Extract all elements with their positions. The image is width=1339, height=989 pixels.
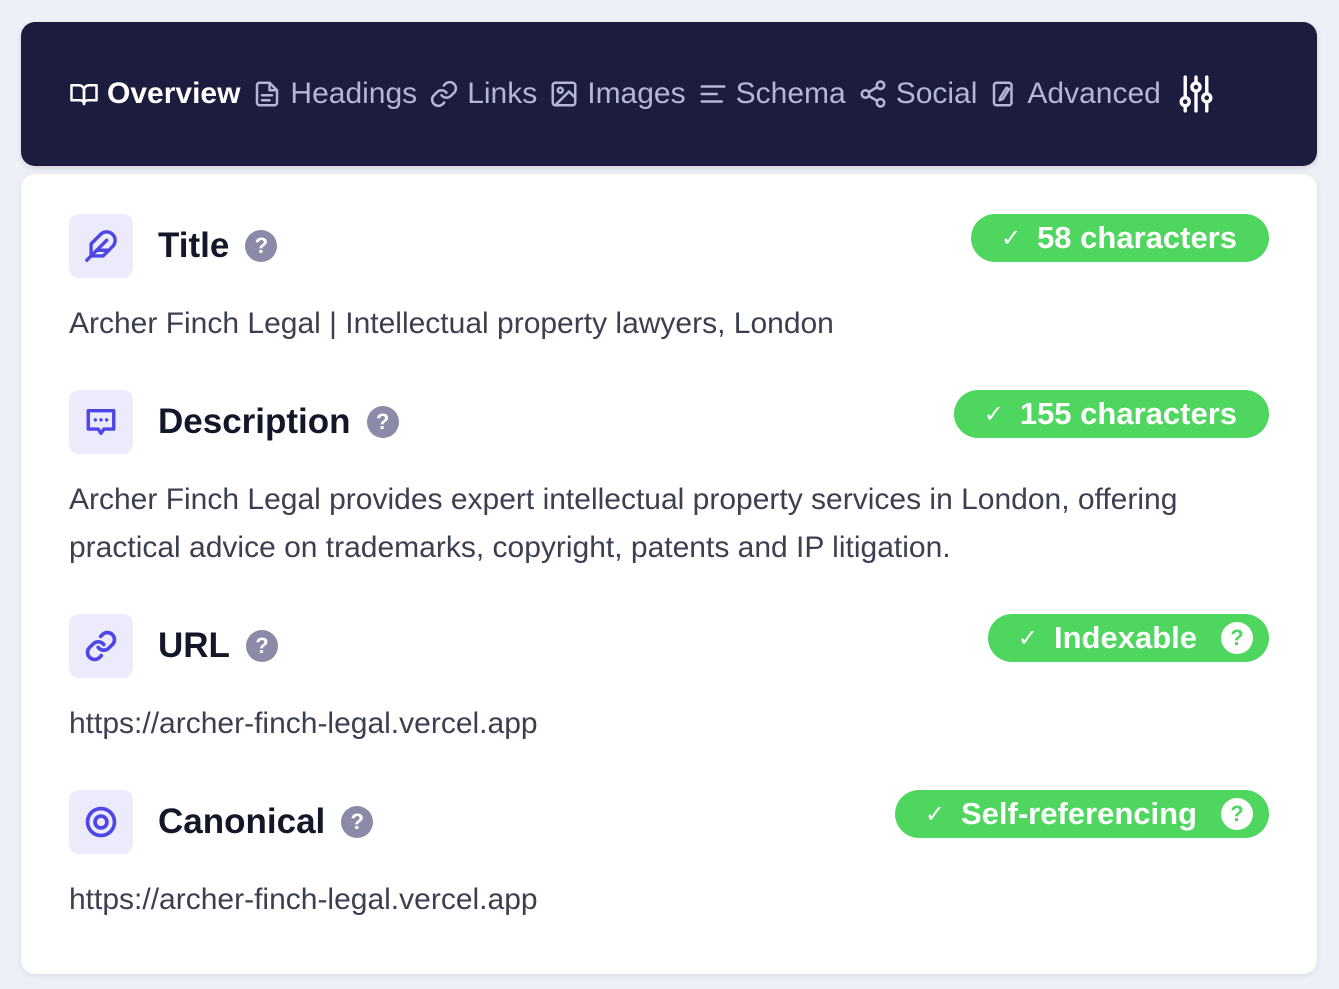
tab-overview[interactable]: Overview	[69, 77, 240, 111]
url-section: URL ? ✓ Indexable ? https://archer-finch…	[69, 614, 1269, 748]
link-icon	[431, 80, 458, 108]
section-title: Title	[158, 226, 230, 265]
url-value: https://archer-finch-legal.vercel.app	[69, 707, 538, 740]
badge-label: Indexable	[1054, 620, 1197, 655]
tab-label: Links	[467, 77, 538, 110]
status-badge: ✓ Self-referencing ?	[894, 790, 1269, 838]
feather-icon	[85, 230, 117, 262]
tab-bar: Overview Headings Links Images Schema So…	[21, 22, 1317, 166]
status-badge: ✓ 155 characters	[953, 390, 1269, 438]
badge-label: 58 characters	[1037, 220, 1237, 255]
tab-label: Social	[895, 77, 978, 110]
tab-advanced[interactable]: Advanced	[989, 77, 1161, 111]
help-icon[interactable]: ?	[245, 630, 278, 662]
overview-panel: Title ? ✓ 58 characters Archer Finch Leg…	[21, 174, 1317, 974]
status-badge: ✓ 58 characters	[970, 214, 1269, 262]
description-section: Description ? ✓ 155 characters Archer Fi…	[69, 390, 1269, 572]
help-icon[interactable]: ?	[341, 806, 374, 838]
help-icon[interactable]: ?	[1221, 798, 1253, 830]
check-icon: ✓	[924, 800, 945, 828]
tab-links[interactable]: Links	[429, 77, 537, 111]
canonical-icon-box	[69, 790, 133, 854]
section-title: URL	[158, 626, 230, 665]
target-icon	[85, 806, 117, 838]
check-icon: ✓	[1017, 624, 1038, 652]
tab-label: Headings	[290, 77, 418, 110]
badge-label: Self-referencing	[960, 796, 1197, 831]
tab-label: Schema	[735, 77, 846, 110]
help-icon[interactable]: ?	[1221, 622, 1253, 654]
description-value: Archer Finch Legal provides expert intel…	[69, 483, 1178, 564]
canonical-section: Canonical ? ✓ Self-referencing ? https:/…	[69, 790, 1269, 924]
status-badge: ✓ Indexable ?	[987, 614, 1269, 662]
tab-images[interactable]: Images	[549, 77, 686, 111]
badge-label: 155 characters	[1019, 396, 1237, 431]
help-icon[interactable]: ?	[366, 406, 399, 438]
tab-label: Overview	[107, 77, 241, 110]
canonical-value: https://archer-finch-legal.vercel.app	[69, 883, 538, 916]
title-section: Title ? ✓ 58 characters Archer Finch Leg…	[69, 214, 1269, 348]
check-icon: ✓	[983, 400, 1004, 428]
link-icon	[85, 630, 117, 662]
align-left-icon	[700, 85, 726, 103]
tab-label: Images	[587, 77, 686, 110]
tab-headings[interactable]: Headings	[252, 77, 417, 111]
tab-social[interactable]: Social	[858, 77, 978, 111]
sliders-icon	[1179, 75, 1213, 113]
title-value: Archer Finch Legal | Intellectual proper…	[69, 307, 834, 340]
help-icon[interactable]: ?	[245, 230, 278, 262]
tab-label: Advanced	[1027, 77, 1161, 110]
document-icon	[256, 81, 279, 107]
title-icon-box	[69, 214, 133, 278]
check-icon: ✓	[1000, 224, 1022, 252]
url-icon-box	[69, 614, 133, 678]
description-icon-box	[69, 390, 133, 454]
book-open-icon	[70, 84, 98, 106]
section-title: Canonical	[158, 802, 326, 841]
section-title: Description	[158, 402, 351, 441]
advanced-icon	[993, 81, 1014, 107]
image-icon	[551, 81, 577, 107]
settings-button[interactable]	[1177, 74, 1215, 114]
share-icon	[860, 80, 886, 108]
tab-schema[interactable]: Schema	[698, 77, 846, 111]
message-icon	[86, 408, 116, 436]
